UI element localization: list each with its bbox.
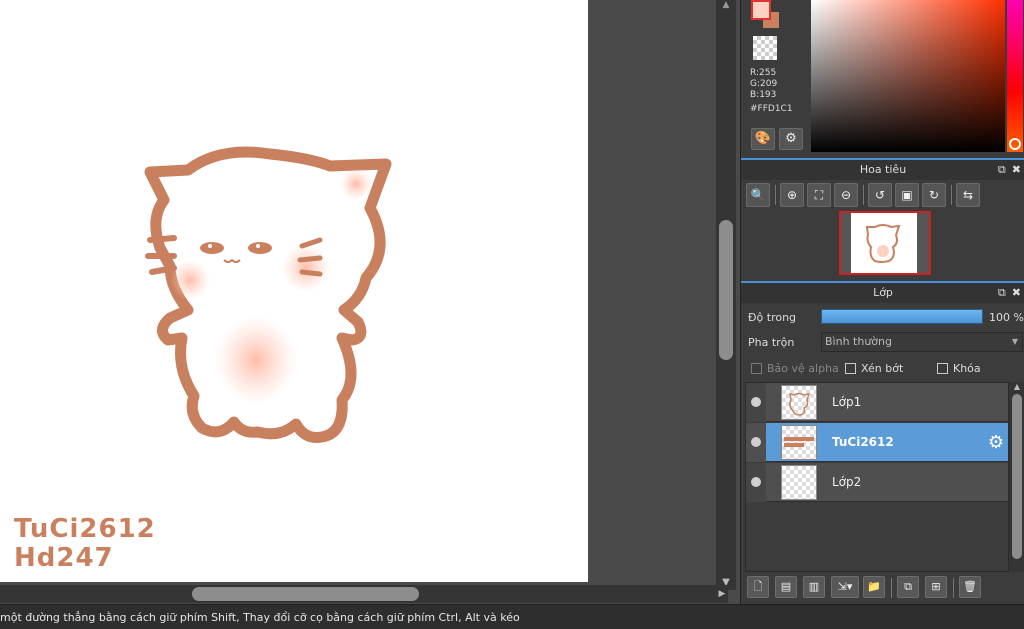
visibility-icon[interactable]	[751, 477, 761, 487]
layer-name: Lớp1	[832, 395, 862, 409]
trash-icon[interactable]: 🗑	[959, 576, 981, 598]
close-icon[interactable]: ✖	[1012, 163, 1021, 176]
zoom-fit-icon[interactable]: 🔍	[746, 183, 770, 207]
canvas-vertical-scrollbar[interactable]: ▲ ▼	[716, 0, 736, 590]
color-panel: R:255 G:209 B:193 #FFD1C1 🎨 ⚙	[741, 0, 1024, 156]
checkbox-box	[937, 363, 948, 374]
clipping-label: Xén bớt	[861, 362, 904, 375]
merge-layer-icon[interactable]: ⊞	[925, 576, 947, 598]
blend-mode-value: Bình thường	[825, 335, 892, 348]
palette-icon[interactable]: 🎨	[751, 128, 775, 150]
lock-label: Khóa	[953, 362, 981, 375]
canvas-area[interactable]: TuCi2612 Hd247 ▲ ▼ ▶	[0, 0, 740, 604]
layer-name: TuCi2612	[832, 435, 894, 449]
checkbox-box	[845, 363, 856, 374]
popout-icon[interactable]: ⧉	[998, 286, 1006, 299]
hue-knob[interactable]	[1009, 138, 1021, 150]
scroll-up-icon[interactable]: ▲	[716, 0, 736, 10]
opacity-value: 100 %	[989, 311, 1024, 324]
rotate-right-icon[interactable]: ↻	[922, 183, 946, 207]
navigator-title: Hoa tiêu	[859, 163, 907, 176]
cat-artwork	[144, 146, 392, 443]
canvas-horizontal-scrollbar[interactable]: ▶	[0, 585, 728, 603]
navigator-toolbar: 🔍 ⊕ ⛶ ⊖ ↺ ▣ ↻ ⇆	[741, 181, 1024, 209]
layers-title: Lớp	[873, 286, 893, 299]
visibility-icon[interactable]	[751, 437, 761, 447]
vertical-scroll-thumb[interactable]	[719, 220, 733, 360]
status-hint-text: một đường thẳng bằng cách giữ phím Shift…	[0, 611, 520, 624]
navigator-thumbnail[interactable]	[839, 211, 931, 275]
layer-name: Lớp2	[832, 475, 862, 489]
zoom-in-icon[interactable]: ⊕	[780, 183, 804, 207]
drawing-canvas[interactable]: TuCi2612 Hd247	[0, 0, 588, 582]
rotate-left-icon[interactable]: ↺	[868, 183, 892, 207]
blend-mode-select[interactable]: Bình thường ▼	[821, 332, 1023, 352]
layers-scrollbar[interactable]: ▲	[1009, 382, 1024, 572]
color-settings-icon[interactable]: ⚙	[779, 128, 803, 150]
new-halftone-layer-icon[interactable]: ▤	[775, 576, 797, 598]
navigator-header: Hoa tiêu ⧉ ✖	[741, 158, 1024, 180]
import-layer-icon[interactable]: ⇲▾	[831, 576, 859, 598]
blue-value: B:193	[750, 90, 777, 100]
layer-thumbnail	[781, 465, 817, 500]
hex-value: #FFD1C1	[750, 104, 793, 114]
duplicate-layer-icon[interactable]: ⧉	[897, 576, 919, 598]
scroll-up-icon[interactable]: ▲	[1009, 382, 1024, 391]
new-layer-icon[interactable]: 🗋	[747, 576, 769, 598]
status-bar: một đường thẳng bằng cách giữ phím Shift…	[0, 604, 1024, 629]
layer-thumbnail	[781, 425, 817, 460]
green-value: G:209	[750, 79, 778, 89]
actual-size-icon[interactable]: ▣	[895, 183, 919, 207]
close-icon[interactable]: ✖	[1012, 286, 1021, 299]
saturation-value-picker[interactable]	[811, 0, 1005, 152]
right-panel: R:255 G:209 B:193 #FFD1C1 🎨 ⚙ Hoa tiêu ⧉…	[740, 0, 1024, 604]
transparent-color-swatch[interactable]	[753, 36, 777, 60]
layer-row[interactable]: Lớp2	[746, 463, 1008, 502]
layers-scroll-thumb[interactable]	[1012, 394, 1022, 559]
foreground-color-swatch[interactable]	[751, 0, 771, 20]
horizontal-scroll-thumb[interactable]	[192, 587, 419, 601]
layer-toolbar: 🗋 ▤ ▥ ⇲▾ 📁 ⧉ ⊞ 🗑	[741, 574, 1024, 602]
flip-icon[interactable]: ⇆	[956, 183, 980, 207]
popout-icon[interactable]: ⧉	[998, 163, 1006, 176]
signature-line-2: Hd247	[14, 543, 114, 573]
visibility-icon[interactable]	[751, 397, 761, 407]
new-text-layer-icon[interactable]: ▥	[803, 576, 825, 598]
signature-line-1: TuCi2612	[14, 514, 156, 544]
navigator-preview-area[interactable]	[741, 209, 1024, 279]
chevron-down-icon: ▼	[1011, 337, 1018, 346]
layer-thumbnail	[781, 385, 817, 420]
scroll-right-icon[interactable]: ▶	[716, 585, 728, 603]
gear-icon[interactable]: ⚙	[988, 432, 1004, 453]
blend-label: Pha trộn	[748, 336, 795, 349]
protect-alpha-label: Bảo vệ alpha	[767, 362, 839, 375]
layer-row[interactable]: Lớp1	[746, 383, 1008, 422]
folder-icon[interactable]: 📁	[863, 576, 885, 598]
hue-slider[interactable]	[1007, 0, 1023, 152]
protect-alpha-checkbox[interactable]: Bảo vệ alpha	[751, 362, 839, 375]
clipping-checkbox[interactable]: Xén bớt	[845, 362, 903, 375]
checkbox-box	[751, 363, 762, 374]
opacity-slider[interactable]	[821, 309, 983, 324]
layer-row[interactable]: TuCi2612 ⚙	[746, 423, 1008, 462]
red-value: R:255	[750, 68, 777, 78]
lock-checkbox[interactable]: Khóa	[937, 362, 981, 375]
fit-window-icon[interactable]: ⛶	[807, 183, 831, 207]
layers-header: Lớp ⧉ ✖	[741, 281, 1024, 303]
layers-list: Lớp1 TuCi2612 ⚙ Lớp2	[745, 382, 1009, 572]
zoom-out-icon[interactable]: ⊖	[834, 183, 858, 207]
opacity-label: Độ trong	[748, 311, 797, 324]
